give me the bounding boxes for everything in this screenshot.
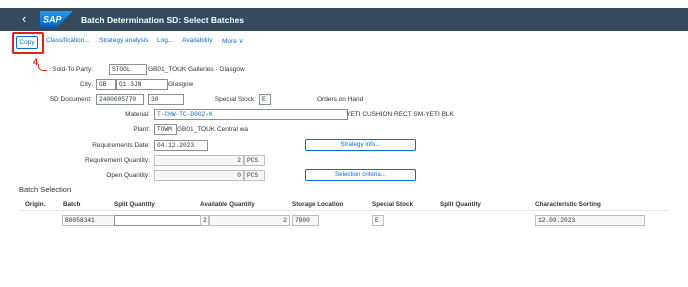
plant-label: Plant: [133, 126, 150, 133]
column-header-origin: Origin. [25, 201, 46, 208]
postal-code-field[interactable]: G1 3JN [116, 79, 168, 90]
special-stock-label: Special Stock: [214, 96, 256, 103]
svg-text:SAP: SAP [43, 15, 63, 25]
batch-selection-title: Batch Selection [19, 185, 72, 194]
column-header-special-stock: Special Stock [372, 201, 413, 208]
city-text: Glasgow [168, 81, 194, 88]
open-quantity-field: 0 [154, 170, 244, 181]
classification-button[interactable]: Classification... [46, 37, 90, 44]
sd-document-label: SD Document: [49, 96, 92, 103]
country-field[interactable]: GB [96, 79, 116, 90]
available-quantity-cell-2: 2 [209, 215, 290, 226]
highlight-box [12, 32, 44, 54]
split-quantity-cell[interactable] [114, 215, 203, 226]
available-quantity-cell: 2 [200, 215, 209, 226]
column-header-batch: Batch [63, 201, 81, 208]
storage-location-cell: 7000 [292, 215, 319, 226]
open-unit-field: PCS [244, 170, 265, 181]
strategy-analysis-button[interactable]: Strategy analysis [99, 37, 149, 44]
sold-to-party-text: GB01_TOUK Galleries - Glasgow [148, 66, 245, 73]
sd-document-field[interactable]: 2400005770 [96, 94, 144, 105]
requirement-unit-field: PCS [244, 155, 265, 166]
more-menu[interactable]: More ∨ [222, 37, 243, 45]
toolbar: Classification... Strategy analysis Log.… [0, 31, 688, 51]
special-stock-cell: E [372, 215, 384, 226]
requirements-date-field[interactable]: 04.12.2023 [154, 140, 208, 151]
material-field[interactable]: T-CHW-TC-D002-K [154, 109, 348, 120]
sold-to-party-label: Sold-To Party: [52, 66, 93, 73]
material-label: Material: [125, 111, 150, 118]
special-stock-text: Orders on Hand [317, 96, 364, 103]
availability-button[interactable]: Availability [182, 37, 213, 44]
strategy-info-button[interactable]: Strategy info... [305, 139, 416, 151]
material-text: YETI CUSHION RECT SM-YETI BLK [346, 111, 454, 118]
column-header-characteristic-sorting: Characteristic Sorting [535, 201, 601, 208]
column-header-split-quantity-2: Split Quantity [440, 201, 481, 208]
column-header-available-quantity: Available Quantity [200, 201, 255, 208]
batch-cell: B0058341 [62, 215, 116, 226]
requirements-date-label: Requirements Date: [92, 142, 150, 149]
column-header-split-quantity: Split Quantity [114, 201, 155, 208]
sold-to-party-field[interactable]: STOGL [109, 64, 147, 75]
step-arrow-icon [38, 64, 47, 71]
characteristic-sorting-cell: 12.09.2023 [535, 215, 645, 226]
sd-item-field[interactable]: 30 [148, 94, 184, 105]
selection-criteria-button[interactable]: Selection criteria... [305, 169, 416, 181]
table-header-divider [19, 210, 669, 211]
plant-field[interactable]: TOWM [154, 124, 177, 135]
plant-text: GB01_TOUK Central wa [177, 126, 249, 133]
requirement-quantity-label: Requirement Quantity: [84, 157, 150, 164]
city-label: City: [80, 81, 93, 88]
sap-logo: SAP [40, 11, 73, 27]
back-arrow-icon[interactable]: ‹ [22, 12, 26, 26]
top-strip [0, 0, 688, 8]
special-stock-field[interactable]: E [259, 94, 271, 105]
log-button[interactable]: Log... [157, 37, 173, 44]
open-quantity-label: Open Quantity: [106, 172, 150, 179]
app-title: Batch Determination SD: Select Batches [81, 15, 244, 25]
shell-bar: ‹ SAP Batch Determination SD: Select Bat… [0, 8, 688, 31]
column-header-storage-location: Storage Location [292, 201, 344, 208]
requirement-quantity-field: 2 [154, 155, 244, 166]
